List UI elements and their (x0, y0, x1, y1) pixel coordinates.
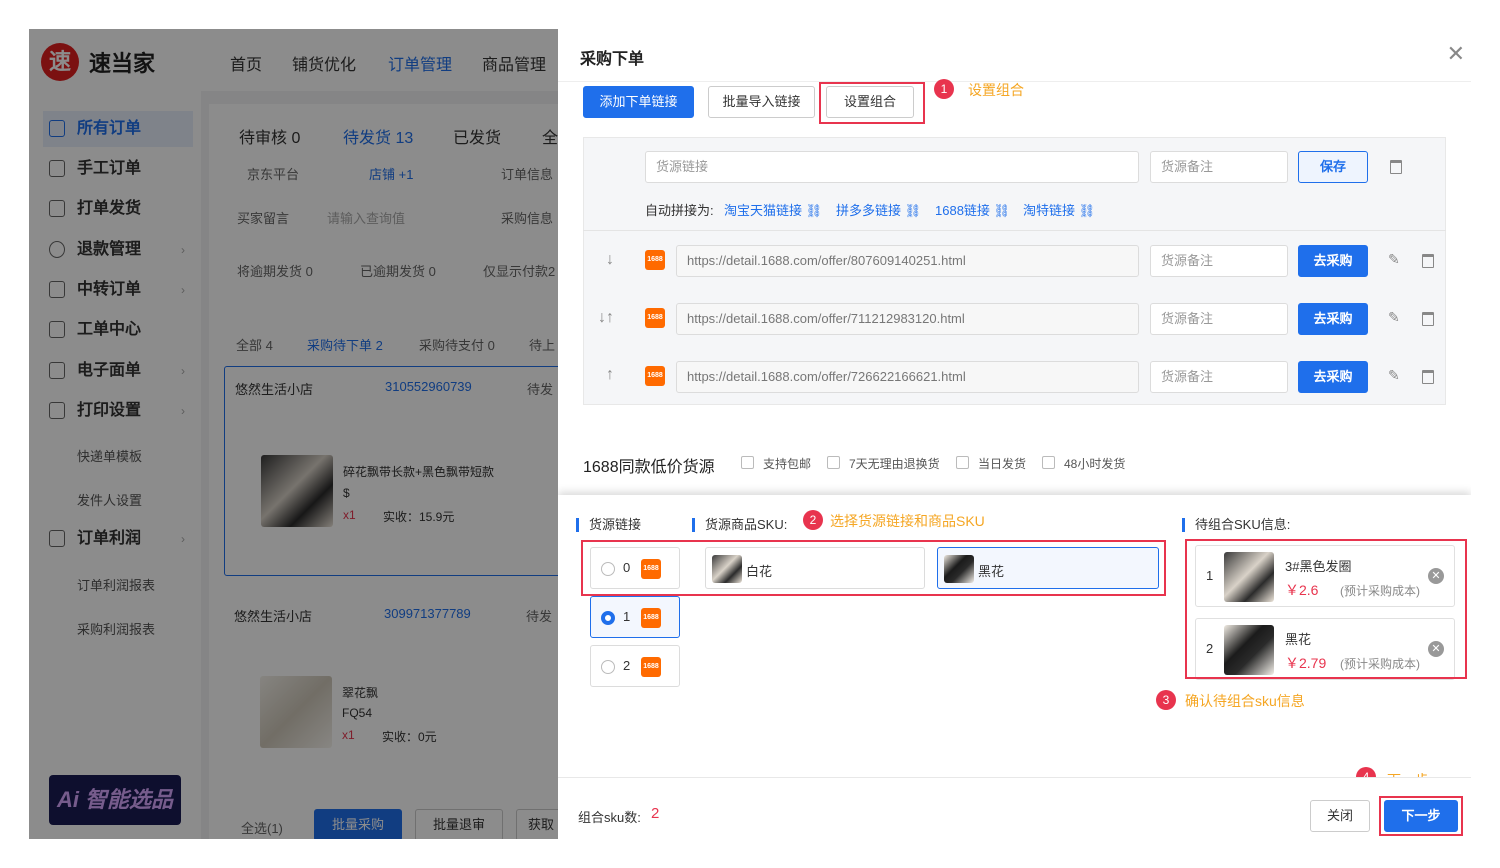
free-shipping-checkbox[interactable] (741, 456, 754, 469)
step-annotation: 选择货源链接和商品SKU (830, 513, 985, 529)
step-badge: 3 (1156, 690, 1176, 710)
move-down-icon[interactable]: ↓ (606, 251, 614, 269)
edit-icon[interactable]: ✎ (1388, 309, 1400, 326)
save-button[interactable]: 保存 (1298, 151, 1368, 183)
1688-icon: 1688 (641, 657, 661, 677)
trash-icon[interactable] (1390, 160, 1402, 174)
step-annotation: 设置组合 (968, 82, 1024, 98)
source-note-input[interactable]: 货源备注 (1150, 303, 1288, 335)
app-window: 速 速当家 首页 铺货优化 订单管理 商品管理 所有订单 手工订单 打单发货 退… (29, 29, 1471, 839)
1688-icon: 1688 (645, 250, 665, 270)
link-icon: ⛓ (993, 203, 1011, 218)
purchase-drawer: 采购下单 ✕ 添加下单链接 批量导入链接 设置组合 1 设置组合 货源链接 货源… (558, 29, 1471, 839)
source-label: 货源链接 (576, 518, 641, 532)
move-icon[interactable]: ↓↑ (598, 309, 614, 327)
combo-count: 2 (651, 805, 660, 822)
radio-button[interactable] (601, 660, 615, 674)
step-badge: 1 (934, 79, 954, 99)
source-note-input[interactable]: 货源备注 (1150, 151, 1288, 183)
highlight-box (1379, 796, 1463, 836)
combo-count-label: 组合sku数: (578, 810, 641, 825)
link-icon: ⛓ (805, 203, 823, 218)
move-up-icon[interactable]: ↑ (606, 366, 614, 384)
divider (583, 230, 1446, 231)
edit-icon[interactable]: ✎ (1388, 251, 1400, 268)
source-note-input[interactable]: 货源备注 (1150, 361, 1288, 393)
add-link-button[interactable]: 添加下单链接 (583, 86, 694, 118)
pdd-link[interactable]: 拼多多链接 ⛓ (836, 200, 921, 219)
source-note-input[interactable]: 货源备注 (1150, 245, 1288, 277)
link-icon: ⛓ (1078, 203, 1096, 218)
trash-icon[interactable] (1422, 312, 1434, 326)
highlight-box (819, 82, 925, 124)
section-title: 1688同款低价货源 (583, 459, 715, 476)
step-annotation: 确认待组合sku信息 (1185, 693, 1305, 709)
step-badge: 2 (803, 510, 823, 530)
go-purchase-button[interactable]: 去采购 (1298, 361, 1368, 393)
taote-link[interactable]: 淘特链接 ⛓ (1023, 200, 1095, 219)
link-value[interactable]: https://detail.1688.com/offer/7112129831… (676, 303, 1139, 335)
highlight-box (581, 540, 1166, 596)
source-option[interactable]: 2 1688 (590, 645, 680, 687)
drawer-title: 采购下单 (580, 51, 645, 68)
free-shipping-label: 支持包邮 (763, 457, 812, 471)
auto-join-label: 自动拼接为: (645, 203, 714, 218)
radio-button[interactable] (601, 611, 615, 625)
trash-icon[interactable] (1422, 254, 1434, 268)
drawer-footer: 组合sku数: 2 关闭 下一步 (558, 777, 1471, 839)
48h-label: 48小时发货 (1064, 457, 1126, 471)
import-links-button[interactable]: 批量导入链接 (708, 86, 815, 118)
link-value[interactable]: https://detail.1688.com/offer/7266221666… (676, 361, 1139, 393)
sku-label: 货源商品SKU: (692, 518, 787, 532)
seven-day-checkbox[interactable] (827, 456, 840, 469)
edit-icon[interactable]: ✎ (1388, 367, 1400, 384)
link-icon: ⛓ (904, 203, 922, 218)
go-purchase-button[interactable]: 去采购 (1298, 245, 1368, 277)
1688-icon: 1688 (641, 608, 661, 628)
link-value[interactable]: https://detail.1688.com/offer/8076091402… (676, 245, 1139, 277)
close-icon[interactable]: ✕ (1447, 41, 1465, 67)
close-button[interactable]: 关闭 (1310, 800, 1370, 832)
seven-day-label: 7天无理由退换货 (849, 457, 940, 471)
1688-link[interactable]: 1688链接 ⛓ (935, 200, 1010, 219)
same-day-label: 当日发货 (978, 457, 1027, 471)
1688-icon: 1688 (645, 308, 665, 328)
pending-label: 待组合SKU信息: (1182, 518, 1290, 532)
same-day-checkbox[interactable] (956, 456, 969, 469)
48h-checkbox[interactable] (1042, 456, 1055, 469)
1688-icon: 1688 (645, 366, 665, 386)
highlight-box (1185, 539, 1467, 679)
source-link-input[interactable]: 货源链接 (645, 151, 1139, 183)
taobao-link[interactable]: 淘宝天猫链接 ⛓ (724, 200, 822, 219)
go-purchase-button[interactable]: 去采购 (1298, 303, 1368, 335)
trash-icon[interactable] (1422, 370, 1434, 384)
source-option[interactable]: 1 1688 (590, 596, 680, 638)
